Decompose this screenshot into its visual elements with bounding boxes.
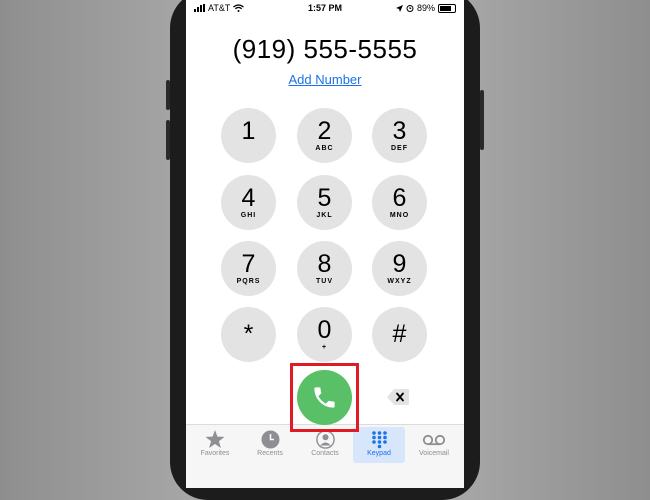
tab-contacts[interactable]: Contacts bbox=[299, 427, 351, 463]
keypad-key-1[interactable]: 1 bbox=[221, 108, 276, 163]
keypad-key-5[interactable]: 5 JKL bbox=[297, 175, 352, 230]
key-letters: PQRS bbox=[236, 278, 261, 285]
tab-voicemail[interactable]: Voicemail bbox=[408, 427, 460, 463]
key-digit: 1 bbox=[241, 117, 256, 145]
star-icon bbox=[205, 430, 225, 448]
tab-label: Recents bbox=[257, 450, 283, 457]
battery-icon bbox=[438, 3, 456, 13]
tab-label: Voicemail bbox=[419, 450, 449, 457]
tab-label: Keypad bbox=[367, 450, 391, 457]
key-digit: 2 bbox=[317, 117, 332, 145]
location-icon bbox=[395, 4, 403, 12]
key-letters: + bbox=[321, 344, 328, 351]
key-letters: TUV bbox=[316, 278, 333, 285]
key-digit: 7 bbox=[241, 250, 256, 278]
key-digit: 5 bbox=[317, 184, 332, 212]
keypad-key-2[interactable]: 2 ABC bbox=[297, 108, 352, 163]
key-digit: * bbox=[243, 320, 254, 348]
keypad-key-star[interactable]: * bbox=[221, 307, 276, 362]
tab-recents[interactable]: Recents bbox=[244, 427, 296, 463]
key-letters: ABC bbox=[315, 145, 334, 152]
clock-icon bbox=[261, 430, 279, 449]
side-button bbox=[166, 80, 170, 110]
key-digit: 4 bbox=[241, 184, 256, 212]
keypad-key-6[interactable]: 6 MNO bbox=[372, 175, 427, 230]
key-letters: MNO bbox=[389, 212, 410, 219]
add-number-link[interactable]: Add Number bbox=[186, 72, 464, 87]
key-letters: GHI bbox=[240, 212, 257, 219]
status-bar: AT&T 1:57 PM 89% bbox=[186, 0, 464, 18]
alarm-icon bbox=[406, 5, 414, 12]
side-button bbox=[480, 90, 484, 150]
keypad-key-8[interactable]: 8 TUV bbox=[297, 241, 352, 296]
call-button[interactable] bbox=[297, 370, 352, 425]
key-digit: 3 bbox=[392, 117, 407, 145]
voicemail-icon bbox=[422, 434, 446, 446]
key-digit: # bbox=[392, 320, 407, 348]
phone-icon bbox=[314, 387, 335, 408]
keypad-key-7[interactable]: 7 PQRS bbox=[221, 241, 276, 296]
keypad-key-3[interactable]: 3 DEF bbox=[372, 108, 427, 163]
key-letters: JKL bbox=[316, 212, 333, 219]
keypad-key-0[interactable]: 0 + bbox=[297, 307, 352, 362]
dialed-number: (919) 555-5555 bbox=[232, 34, 418, 64]
keypad-key-9[interactable]: 9 WXYZ bbox=[372, 241, 427, 296]
tab-label: Contacts bbox=[311, 450, 339, 457]
key-digit: 8 bbox=[317, 250, 332, 278]
key-digit: 0 bbox=[317, 316, 332, 344]
delete-button[interactable] bbox=[386, 388, 410, 406]
keypad-icon bbox=[371, 431, 387, 449]
tab-bar: Favorites Recents Contacts Keypad Voicem… bbox=[186, 424, 464, 488]
person-icon bbox=[315, 430, 335, 449]
keypad-key-4[interactable]: 4 GHI bbox=[221, 175, 276, 230]
key-digit: 9 bbox=[392, 250, 407, 278]
key-digit: 6 bbox=[392, 184, 407, 212]
tab-favorites[interactable]: Favorites bbox=[189, 427, 241, 463]
key-letters: WXYZ bbox=[387, 278, 412, 285]
battery-percent: 89% bbox=[416, 3, 435, 13]
key-letters: DEF bbox=[391, 145, 408, 152]
tab-keypad[interactable]: Keypad bbox=[353, 427, 405, 463]
side-button bbox=[166, 120, 170, 160]
tab-label: Favorites bbox=[200, 450, 230, 457]
keypad-key-hash[interactable]: # bbox=[372, 307, 427, 362]
